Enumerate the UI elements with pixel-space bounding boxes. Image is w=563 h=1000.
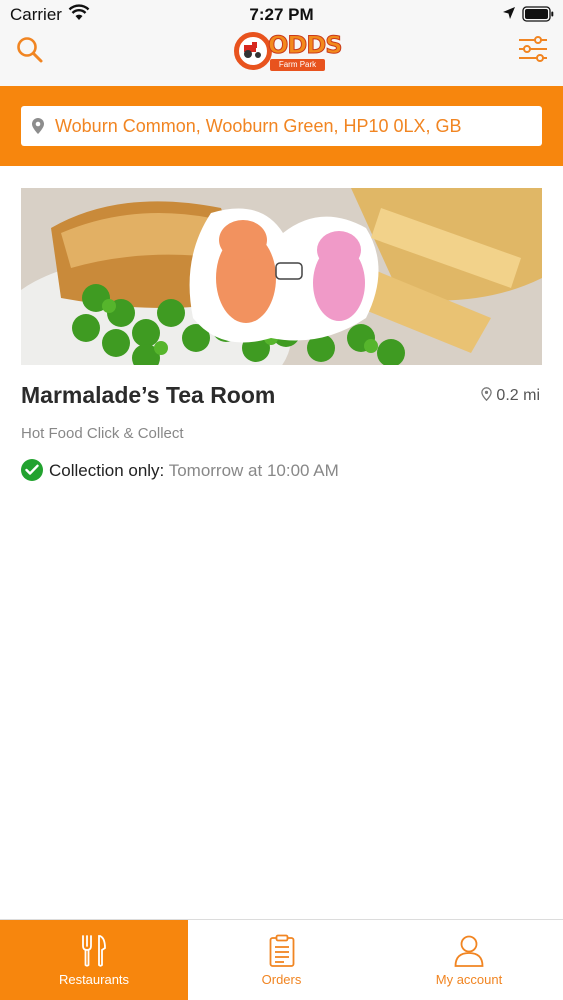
filter-button[interactable]: [516, 34, 550, 64]
map-pin-icon: [481, 387, 493, 401]
search-button[interactable]: [14, 34, 46, 66]
search-icon: [17, 37, 43, 63]
user-icon: [454, 935, 484, 967]
battery-icon: [522, 6, 554, 22]
collection-label: Collection only:: [49, 461, 165, 480]
app-header: Carrier 7:27 PM ODDS Farm Park: [0, 0, 563, 86]
bottom-tab-bar: Restaurants Orders My account: [0, 919, 563, 1000]
distance-value: 0.2 mi: [496, 387, 540, 404]
tab-label-my-account: My account: [435, 972, 503, 987]
collection-info: Collection only: Tomorrow at 10:00 AM: [21, 459, 339, 481]
address-text: Woburn Common, Wooburn Green, HP10 0LX, …: [55, 116, 462, 136]
restaurant-name: Marmalade’s Tea Room: [21, 382, 276, 408]
logo-subtitle: Farm Park: [270, 59, 325, 71]
tractor-icon: [244, 42, 261, 58]
collection-time: Tomorrow at 10:00 AM: [168, 461, 339, 480]
status-bar: Carrier 7:27 PM: [0, 0, 563, 30]
restaurant-card[interactable]: Marmalade’s Tea Room 0.2 mi Hot Food Cli…: [21, 188, 542, 488]
restaurant-distance: 0.2 mi: [481, 387, 540, 405]
odds-farm-park-logo: ODDS Farm Park: [232, 28, 343, 76]
sliders-icon: [519, 36, 547, 62]
location-arrow-icon: [503, 7, 515, 19]
check-circle-icon: [21, 459, 43, 481]
address-field[interactable]: Woburn Common, Wooburn Green, HP10 0LX, …: [21, 106, 542, 146]
clock: 7:27 PM: [249, 5, 314, 24]
fork-knife-icon: [82, 935, 106, 967]
tab-my-account[interactable]: My account: [375, 920, 563, 1000]
logo-wordmark: ODDS: [268, 31, 344, 60]
map-pin-icon: [32, 118, 44, 134]
tab-restaurants[interactable]: Restaurants: [0, 920, 188, 1000]
location-bar: Woburn Common, Wooburn Green, HP10 0LX, …: [0, 86, 563, 166]
tab-label-restaurants: Restaurants: [58, 972, 130, 987]
tab-orders[interactable]: Orders: [188, 920, 375, 1000]
tab-label-orders: Orders: [261, 972, 302, 987]
restaurant-image: [21, 188, 542, 365]
clipboard-icon: [269, 934, 294, 967]
restaurant-description: Hot Food Click & Collect: [21, 425, 184, 442]
